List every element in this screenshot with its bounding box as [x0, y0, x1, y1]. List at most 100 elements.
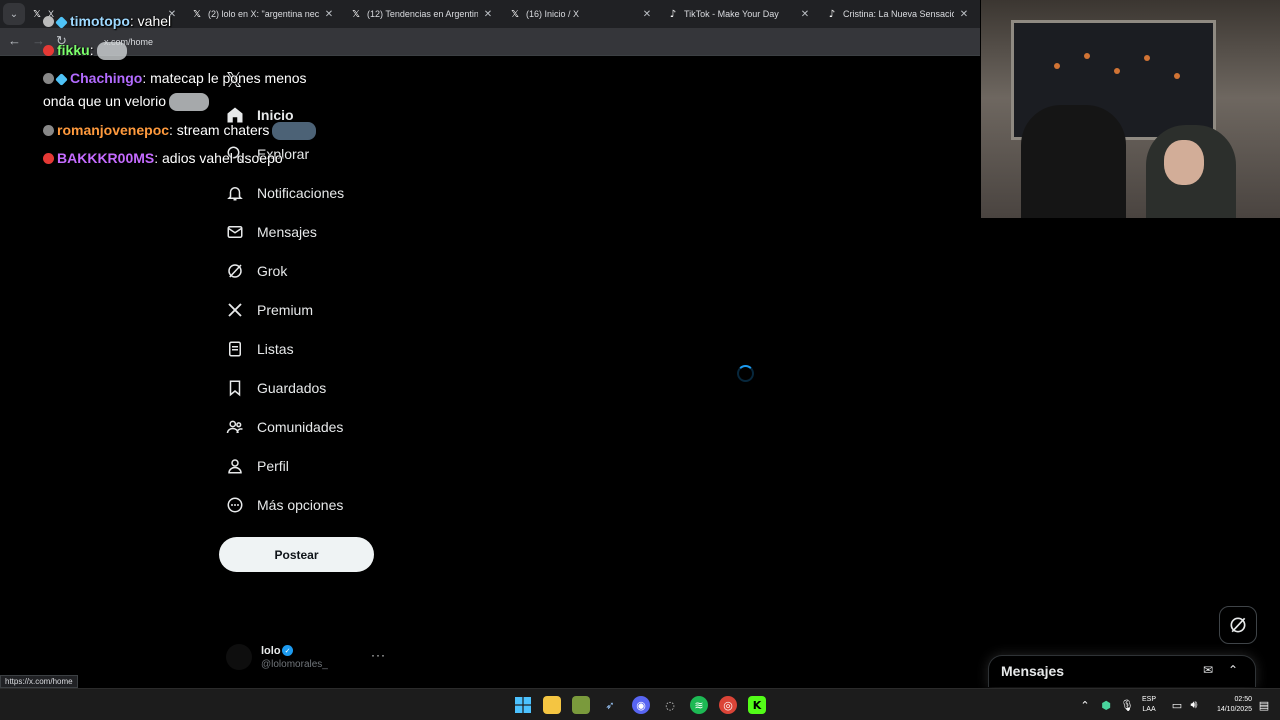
- chat-username: fikku: [57, 42, 90, 58]
- grok-floating-button[interactable]: [1219, 606, 1257, 644]
- close-icon[interactable]: ✕: [958, 9, 970, 20]
- grok-icon: [219, 259, 251, 283]
- account-switcher[interactable]: lolo ✓ @lolomorales_ ···: [226, 644, 396, 672]
- grok-icon: [1230, 617, 1246, 633]
- loading-spinner: [737, 365, 754, 382]
- emote-icon: [272, 122, 317, 141]
- list-icon: [219, 337, 251, 361]
- x-logo-icon: 𝕏: [510, 8, 520, 20]
- account-name: lolo: [261, 645, 281, 657]
- steam-icon[interactable]: ➶: [601, 696, 619, 714]
- tab-title: (12) Tendencias en Argentina en X: [367, 9, 478, 19]
- bookmark-icon: [219, 376, 251, 400]
- file-explorer-icon[interactable]: [543, 696, 561, 714]
- browser-tab[interactable]: 𝕏 (12) Tendencias en Argentina en X ✕: [349, 4, 494, 24]
- decoration: [1054, 63, 1060, 69]
- browser-tab[interactable]: ♪ TikTok - Make Your Day ✕: [666, 4, 811, 24]
- sidebar-item-mas-opciones[interactable]: Más opciones: [219, 486, 343, 524]
- spotify-icon[interactable]: ≋: [690, 696, 708, 714]
- close-icon[interactable]: ✕: [482, 9, 494, 20]
- sidebar-item-premium[interactable]: Premium: [219, 291, 313, 329]
- sidebar-item-label: Notificaciones: [257, 185, 345, 201]
- notification-icon[interactable]: ▤: [1255, 696, 1273, 714]
- system-clock[interactable]: 02:50 14/10/2025: [1206, 695, 1252, 715]
- close-icon[interactable]: ✕: [323, 9, 335, 20]
- emote-icon: [96, 42, 127, 61]
- microphone-icon[interactable]: 🎙︎: [1118, 696, 1136, 714]
- sidebar-item-comunidades[interactable]: Comunidades: [219, 408, 343, 446]
- language-code: ESP: [1142, 696, 1157, 703]
- tiktok-icon: ♪: [669, 8, 677, 20]
- chat-badge-icon: [43, 16, 54, 27]
- obs-icon[interactable]: ◌: [661, 696, 679, 714]
- sidebar-item-listas[interactable]: Listas: [219, 330, 294, 368]
- sidebar-item-grok[interactable]: Grok: [219, 252, 287, 290]
- windows-start-icon[interactable]: [514, 696, 532, 714]
- status-link-preview: https://x.com/home: [0, 675, 78, 688]
- chat-message: Chachingo: matecap le pones menos: [43, 67, 307, 90]
- streamer-silhouette: [1021, 105, 1126, 218]
- more-circle-icon: [219, 493, 251, 517]
- chat-badge-icon: [43, 153, 54, 164]
- envelope-icon: [219, 220, 251, 244]
- decoration: [1114, 68, 1120, 74]
- chevron-up-icon[interactable]: ⌃: [1076, 696, 1094, 714]
- sidebar-item-notificaciones[interactable]: Notificaciones: [219, 174, 344, 212]
- chat-username: romanjovenepoc: [57, 122, 170, 138]
- browser-tab[interactable]: ♪ Cristina: La Nueva Sensación de ✕: [825, 4, 970, 24]
- user-icon: [219, 454, 251, 478]
- gem-badge-icon: [55, 73, 68, 86]
- tab-search-button[interactable]: ⌄: [3, 3, 25, 25]
- chat-username: Chachingo: [70, 70, 143, 86]
- expand-icon[interactable]: ⌃: [1228, 663, 1238, 677]
- chat-message: fikku:: [43, 39, 127, 62]
- post-button[interactable]: Postear: [219, 537, 374, 572]
- decoration: [1084, 53, 1090, 59]
- sidebar-item-mensajes[interactable]: Mensajes: [219, 213, 317, 251]
- chat-message: BAKKKR00MS: adios vahel dsoepo: [43, 147, 283, 170]
- tab-title: (16) Inicio / X: [526, 9, 580, 19]
- sidebar-item-perfil[interactable]: Perfil: [219, 447, 289, 485]
- gem-badge-icon: [55, 16, 68, 29]
- new-message-icon[interactable]: ✉: [1203, 663, 1213, 677]
- messages-drawer[interactable]: Mensajes ✉ ⌃: [988, 655, 1256, 687]
- decoration: [1174, 73, 1180, 79]
- network-icon[interactable]: ▭: [1168, 696, 1186, 714]
- more-options-icon[interactable]: ···: [371, 648, 386, 662]
- sidebar-item-label: Premium: [257, 302, 314, 318]
- tab-title: TikTok - Make Your Day: [684, 9, 779, 19]
- tab-title: (2) lolo en X: "argentina necesi: [208, 9, 319, 19]
- kick-icon[interactable]: K: [748, 696, 766, 714]
- verified-badge-icon: ✓: [282, 645, 293, 656]
- browser-tab[interactable]: 𝕏 (2) lolo en X: "argentina necesi ✕: [190, 4, 335, 24]
- webcam-overlay: [981, 0, 1280, 218]
- chat-text: : vahel: [129, 13, 172, 29]
- close-icon[interactable]: ✕: [799, 9, 811, 20]
- security-icon[interactable]: ⬢: [1097, 696, 1115, 714]
- clock-time: 02:50: [1234, 696, 1252, 703]
- chrome-icon[interactable]: ◎: [719, 696, 737, 714]
- sidebar-item-label: Grok: [257, 263, 288, 279]
- sidebar-item-label: Listas: [257, 341, 294, 357]
- chat-text: : matecap le pones menos: [142, 70, 307, 86]
- sidebar-item-guardados[interactable]: Guardados: [219, 369, 326, 407]
- x-logo-icon: [219, 298, 251, 322]
- chat-message: timotopo: vahel: [43, 10, 171, 33]
- taskbar: ➶ ◉ ◌ ≋ ◎ K ⌃ ⬢ 🎙︎ ESP LAA ▭ 🔊︎ 02:50 14…: [0, 688, 1280, 720]
- minecraft-icon[interactable]: [572, 696, 590, 714]
- language-indicator[interactable]: ESP LAA: [1142, 695, 1156, 715]
- back-arrow-icon[interactable]: ←: [8, 33, 21, 48]
- tab-title: Cristina: La Nueva Sensación de: [843, 9, 954, 19]
- browser-tab[interactable]: 𝕏 (16) Inicio / X ✕: [508, 4, 653, 24]
- speaker-icon[interactable]: 🔊︎: [1185, 696, 1203, 714]
- discord-icon[interactable]: ◉: [632, 696, 650, 714]
- chat-message: romanjovenepoc: stream chaters: [43, 119, 317, 142]
- close-icon[interactable]: ✕: [641, 9, 653, 20]
- chat-username: BAKKKR00MS: [57, 150, 155, 166]
- decoration: [1144, 55, 1150, 61]
- x-logo-icon: 𝕏: [351, 8, 361, 20]
- chat-message-continued: onda que un velorio: [43, 90, 209, 113]
- x-logo-icon: 𝕏: [192, 8, 202, 20]
- chat-text: :: [89, 42, 94, 58]
- emote-icon: [169, 93, 209, 112]
